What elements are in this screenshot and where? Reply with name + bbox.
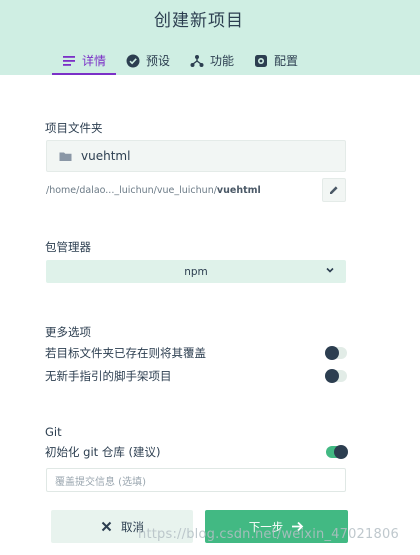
option-overwrite-row: 若目标文件夹已存在则将其覆盖 [45,344,347,362]
details-list-icon [63,55,75,66]
header: 创建新项目 详情 预设 功能 配置 [0,0,420,75]
check-circle-icon [126,54,140,67]
tab-features-label: 功能 [210,54,235,68]
more-options-label: 更多选项 [45,325,91,339]
folder-path-name: vuehtml [216,185,261,196]
settings-gear-icon [255,54,268,67]
git-init-toggle[interactable] [326,445,348,459]
option-no-guide-label: 无新手指引的脚手架项目 [45,369,172,383]
tab-config-label: 配置 [274,54,299,68]
tab-presets-label: 预设 [146,54,171,68]
tab-features[interactable]: 功能 [180,46,244,75]
close-icon [101,521,112,532]
folder-path: /home/dalao..._luichun/vue_luichun/vueht… [46,185,261,196]
folder-path-prefix: /home/dalao..._luichun/vue_luichun/ [46,185,217,196]
tab-config[interactable]: 配置 [244,46,308,75]
tab-details-label: 详情 [82,54,107,68]
chevron-down-icon [326,267,334,273]
toggle-knob [334,445,348,459]
toggle-knob [325,346,339,360]
option-overwrite-toggle[interactable] [325,346,347,360]
git-init-row: 初始化 git 仓库 (建议) [45,443,348,461]
package-manager-label: 包管理器 [45,240,91,254]
page-title: 创建新项目 [154,11,244,31]
commit-message-input[interactable]: 覆盖提交信息 (选填) [46,468,346,492]
folder-name-value: vuehtml [81,149,131,163]
edit-path-button[interactable] [322,178,346,202]
watermark: https://blog.csdn.net/weixin_47021806 [138,527,399,542]
git-label: Git [45,425,62,439]
features-branch-icon [190,54,204,67]
tab-bar: 详情 预设 功能 配置 [52,46,308,75]
option-overwrite-label: 若目标文件夹已存在则将其覆盖 [45,346,206,360]
tab-presets[interactable]: 预设 [116,46,180,75]
folder-icon [59,152,72,161]
toggle-knob [325,369,339,383]
git-init-label: 初始化 git 仓库 (建议) [45,445,161,459]
package-manager-value: npm [184,265,208,278]
form-body: 项目文件夹 vuehtml /home/dalao..._luichun/vue… [0,75,420,555]
option-no-guide-row: 无新手指引的脚手架项目 [45,367,347,385]
pencil-icon [330,186,338,194]
tab-details[interactable]: 详情 [52,46,117,75]
option-no-guide-toggle[interactable] [325,369,347,383]
commit-message-placeholder: 覆盖提交信息 (选填) [55,476,146,488]
package-manager-select[interactable]: npm [46,260,346,283]
folder-name-input[interactable]: vuehtml [46,140,346,172]
folder-section-label: 项目文件夹 [45,121,103,135]
